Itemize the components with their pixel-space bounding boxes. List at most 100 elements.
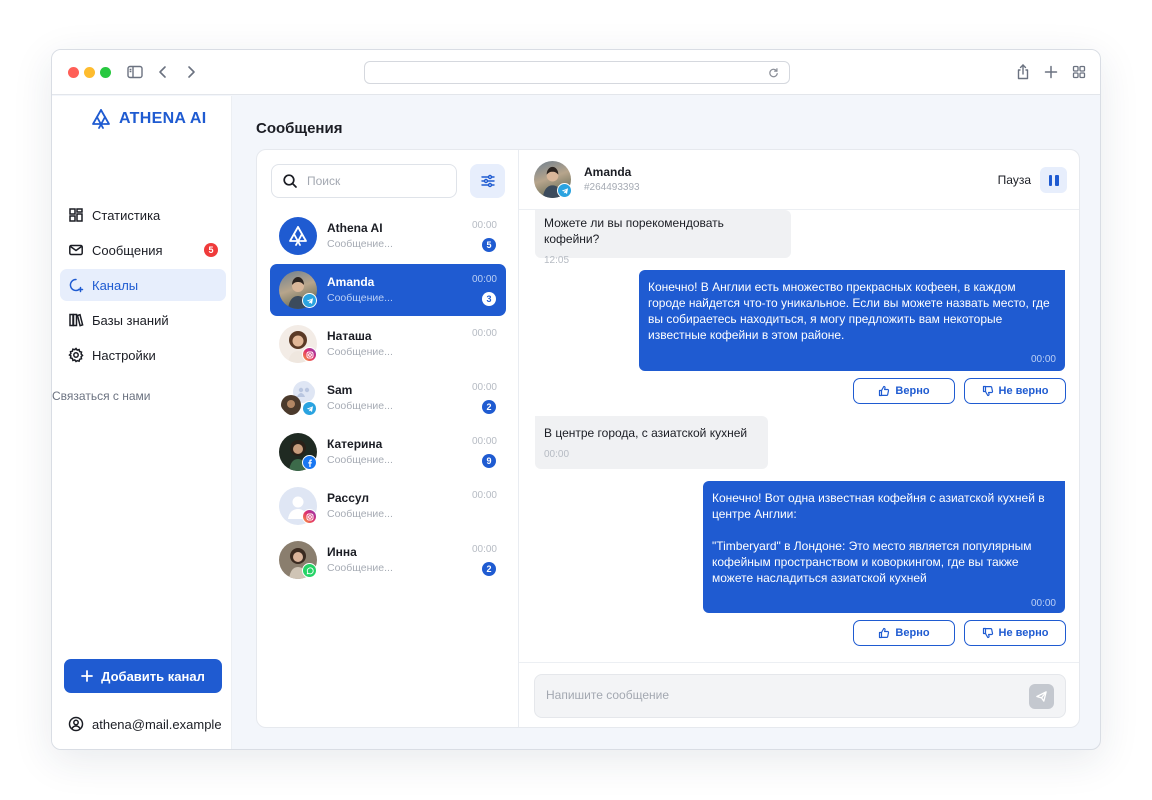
telegram-icon [302,401,317,416]
conversation-preview: Сообщение... [327,508,393,520]
conversation-name: Amanda [327,275,375,289]
dashboard-icon [69,208,83,222]
nav-settings[interactable]: Настройки [60,339,226,371]
conversation-time: 00:00 [471,274,497,285]
conversation-item[interactable]: Наташа Сообщение... 00:00 [270,318,506,370]
new-tab-icon[interactable] [1041,62,1061,82]
conversation-time: 00:00 [471,328,497,339]
message-text: Конечно! В Англии есть множество прекрас… [648,280,1050,342]
nav-statistics[interactable]: Статистика [60,199,226,231]
conversation-item[interactable]: Рассул Сообщение... 00:00 [270,480,506,532]
nav-channels[interactable]: Каналы [60,269,226,301]
nav-label: Базы знаний [92,312,169,328]
message-time: 00:00 [1030,598,1056,609]
feedback-correct-label: Верно [895,385,930,397]
conversation-time: 00:00 [471,382,497,393]
gear-icon [68,347,84,363]
outgoing-message: Конечно! В Англии есть множество прекрас… [639,270,1065,371]
unread-count-badge: 2 [482,562,496,576]
share-icon[interactable] [1013,62,1033,82]
conversation-name: Наташа [327,329,372,343]
contact-us-label: Связаться с нами [52,389,151,403]
unread-count-badge: 2 [482,400,496,414]
close-window-button[interactable] [68,67,79,78]
incoming-message: В центре города, с азиатской кухней 00:0… [535,416,768,469]
sidebar-toggle-icon[interactable] [125,62,145,82]
mail-icon [69,244,83,256]
user-account[interactable]: athena@mail.example [68,716,222,732]
conversation-item[interactable]: Athena AI Сообщение... 00:00 5 [270,210,506,262]
facebook-icon [302,455,317,470]
conversation-name: Athena AI [327,221,383,235]
unread-count-badge: 9 [482,454,496,468]
filter-button[interactable] [470,164,505,198]
forward-icon[interactable] [181,62,201,82]
message-text: Можете ли вы порекомендовать кофейни? [544,216,724,246]
conversation-name: Катерина [327,437,383,451]
add-channel-button[interactable]: Добавить канал [64,659,222,693]
message-time: 00:00 [1030,354,1056,365]
user-circle-icon [68,716,84,732]
pause-button[interactable] [1040,167,1067,193]
conversation-name: Рассул [327,491,370,505]
nav-label: Сообщения [92,242,163,258]
address-bar[interactable] [364,61,790,84]
thumbs-down-icon [982,385,993,397]
zoom-window-button[interactable] [100,67,111,78]
search-input[interactable] [307,174,447,188]
conversation-preview: Сообщение... [327,562,393,574]
conversation-preview: Сообщение... [327,454,393,466]
send-icon [1036,691,1047,702]
nav-label: Каналы [92,277,139,293]
browser-window: ATHENA AI Статистика Сообщения 5 Каналы … [51,49,1101,750]
conversation-time: 00:00 [471,220,497,231]
conversation-preview: Сообщение... [327,346,393,358]
thumbs-up-icon [879,627,890,639]
instagram-icon [302,509,317,524]
sidebar: ATHENA AI Статистика Сообщения 5 Каналы … [52,96,232,749]
feedback-wrong-label: Не верно [998,385,1049,397]
messages-card: Athena AI Сообщение... 00:00 5 Amanda Со… [256,149,1080,728]
conversation-item[interactable]: Инна Сообщение... 00:00 2 [270,534,506,586]
feedback-correct-button[interactable]: Верно [853,620,955,646]
app-logo[interactable]: ATHENA AI [89,107,206,131]
feedback-wrong-button[interactable]: Не верно [964,620,1066,646]
chat-contact-name: Amanda [584,165,632,179]
minimize-window-button[interactable] [84,67,95,78]
message-text: В центре города, с азиатской кухней [544,426,748,440]
reload-icon[interactable] [767,66,780,79]
message-text-continued: "Timberyard" в Лондоне: Это место являет… [712,539,1032,585]
incoming-message: Можете ли вы порекомендовать кофейни? 12… [535,210,791,266]
pause-label: Пауза [997,173,1031,187]
search-box[interactable] [271,164,457,198]
conversation-preview: Сообщение... [327,400,393,412]
feedback-correct-label: Верно [895,627,930,639]
thumbs-up-icon [879,385,890,397]
search-icon [283,174,297,188]
conversation-item[interactable]: Катерина Сообщение... 00:00 9 [270,426,506,478]
conversation-time: 00:00 [471,490,497,501]
chat-contact-id: #264493393 [584,182,640,193]
message-composer[interactable] [534,674,1066,718]
send-button[interactable] [1029,684,1054,709]
unread-count-badge: 5 [482,238,496,252]
nav-knowledge-bases[interactable]: Базы знаний [60,304,226,336]
pause-icon [1048,174,1052,186]
message-input[interactable] [546,688,1006,702]
nav-messages[interactable]: Сообщения 5 [60,234,226,266]
conversation-preview: Сообщение... [327,292,393,304]
tab-overview-icon[interactable] [1069,62,1089,82]
add-channel-label: Добавить канал [101,668,205,684]
back-icon[interactable] [153,62,173,82]
message-text: Конечно! Вот одна известная кофейня с аз… [712,491,1045,521]
conversation-item-active[interactable]: Amanda Сообщение... 00:00 3 [270,264,506,316]
composer-area [519,662,1079,727]
athena-avatar [279,217,317,255]
unread-badge: 5 [204,243,218,257]
feedback-correct-button[interactable]: Верно [853,378,955,404]
conversation-item[interactable]: Sam Сообщение... 00:00 2 [270,372,506,424]
unread-count-badge: 3 [482,292,496,306]
page-title: Сообщения [256,120,343,137]
feedback-wrong-button[interactable]: Не верно [964,378,1066,404]
books-icon [69,313,84,327]
